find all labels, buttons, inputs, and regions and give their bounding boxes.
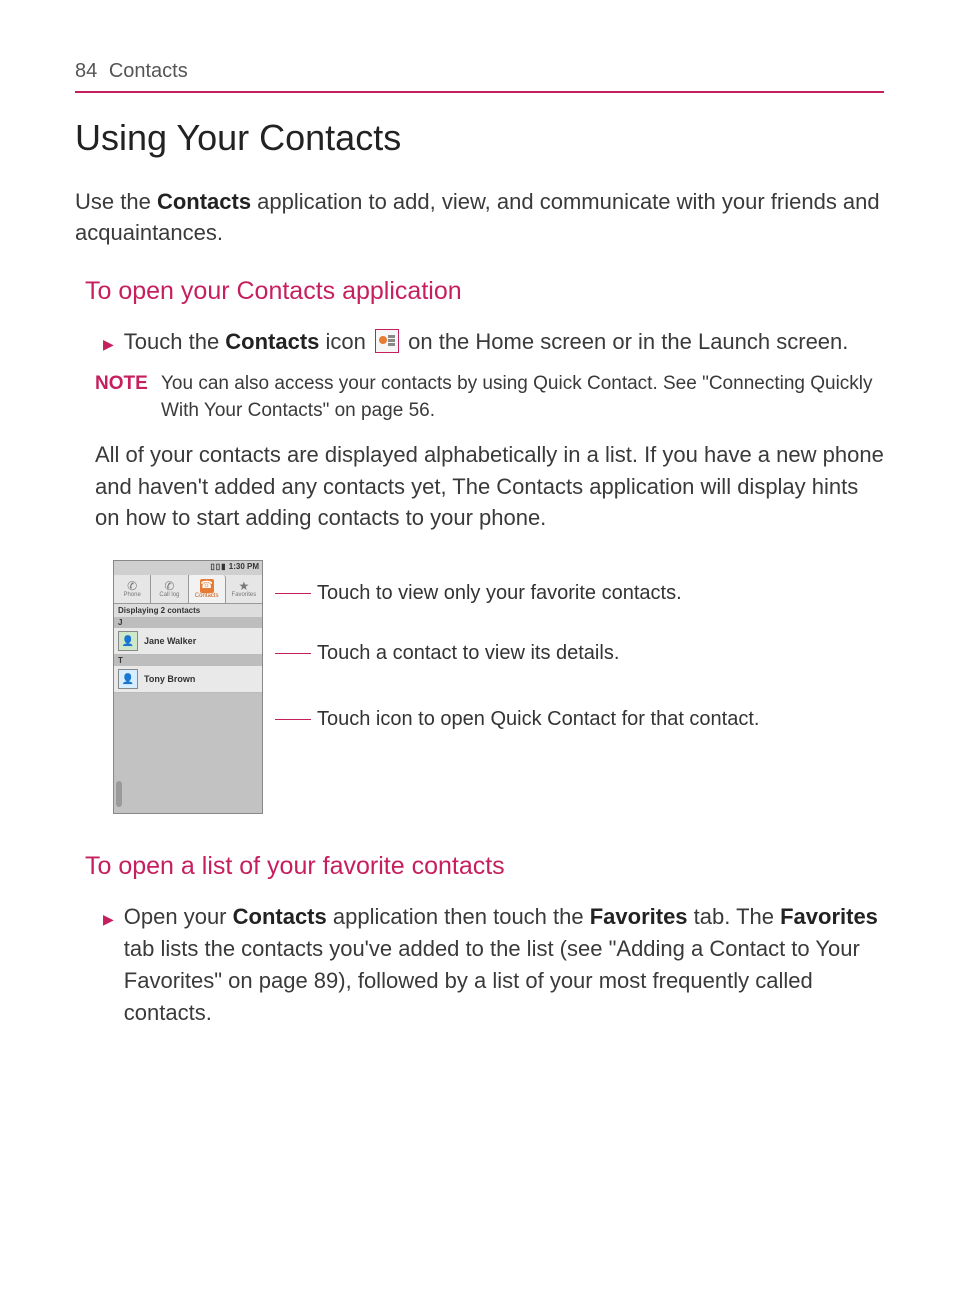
triangle-bullet-icon: ▶ (103, 909, 114, 1029)
callout-line-icon (275, 719, 311, 720)
list-divider-t: T (114, 655, 262, 666)
status-bar: ▯▯▮ 1:30 PM (114, 561, 262, 575)
bullet-open-contacts: ▶ Touch the Contacts icon on the Home sc… (103, 326, 884, 358)
callout-quick-contact: Touch icon to open Quick Contact for tha… (317, 708, 759, 731)
scroll-knob (116, 781, 122, 807)
header-section: Contacts (109, 60, 188, 82)
contact-row-tony: 👤 Tony Brown (114, 666, 262, 693)
contacts-tab-icon: ☎ (200, 579, 214, 593)
callout-line-icon (275, 593, 311, 594)
page-title: Using Your Contacts (75, 117, 884, 159)
subheading-open-contacts: To open your Contacts application (85, 277, 884, 306)
page-number: 84 (75, 60, 97, 82)
intro-paragraph: Use the Contacts application to add, vie… (75, 187, 884, 249)
tab-bar: ✆ Phone ✆ Call log ☎ Contacts ★ Favorite… (114, 575, 262, 604)
callout-line-icon (275, 653, 311, 654)
callout-favorites: Touch to view only your favorite contact… (317, 582, 682, 605)
tab-favorites: ★ Favorites (226, 575, 262, 603)
avatar-icon: 👤 (118, 669, 138, 689)
subheading-favorites: To open a list of your favorite contacts (85, 852, 884, 881)
calllog-icon: ✆ (164, 580, 174, 592)
body-paragraph: All of your contacts are displayed alpha… (95, 439, 884, 535)
avatar-icon: 👤 (118, 631, 138, 651)
page-content: 84 Contacts Using Your Contacts Use the … (0, 0, 954, 1103)
list-divider-j: J (114, 617, 262, 628)
figure-callouts: Touch to view only your favorite contact… (275, 560, 835, 814)
running-header: 84 Contacts (75, 60, 884, 93)
tab-phone: ✆ Phone (114, 575, 151, 603)
note-label: NOTE (95, 371, 153, 424)
phone-empty-area (114, 693, 262, 813)
note-block: NOTE You can also access your contacts b… (95, 371, 884, 424)
tab-calllog: ✆ Call log (151, 575, 188, 603)
phone-screenshot: ▯▯▮ 1:30 PM ✆ Phone ✆ Call log ☎ Contact… (113, 560, 263, 814)
star-icon: ★ (238, 580, 249, 592)
tab-contacts: ☎ Contacts (189, 575, 226, 603)
figure-contacts-list: ▯▯▮ 1:30 PM ✆ Phone ✆ Call log ☎ Contact… (113, 560, 884, 814)
contact-row-jane: 👤 Jane Walker (114, 628, 262, 655)
triangle-bullet-icon: ▶ (103, 334, 114, 358)
note-text: You can also access your contacts by usi… (161, 371, 884, 424)
displaying-count: Displaying 2 contacts (114, 604, 262, 617)
bullet-favorites: ▶ Open your Contacts application then to… (103, 901, 884, 1029)
status-icons: ▯▯▮ (210, 562, 226, 571)
contacts-app-icon (375, 329, 399, 353)
callout-contact-details: Touch a contact to view its details. (317, 642, 619, 665)
phone-icon: ✆ (127, 580, 137, 592)
status-time: 1:30 PM (229, 562, 259, 571)
